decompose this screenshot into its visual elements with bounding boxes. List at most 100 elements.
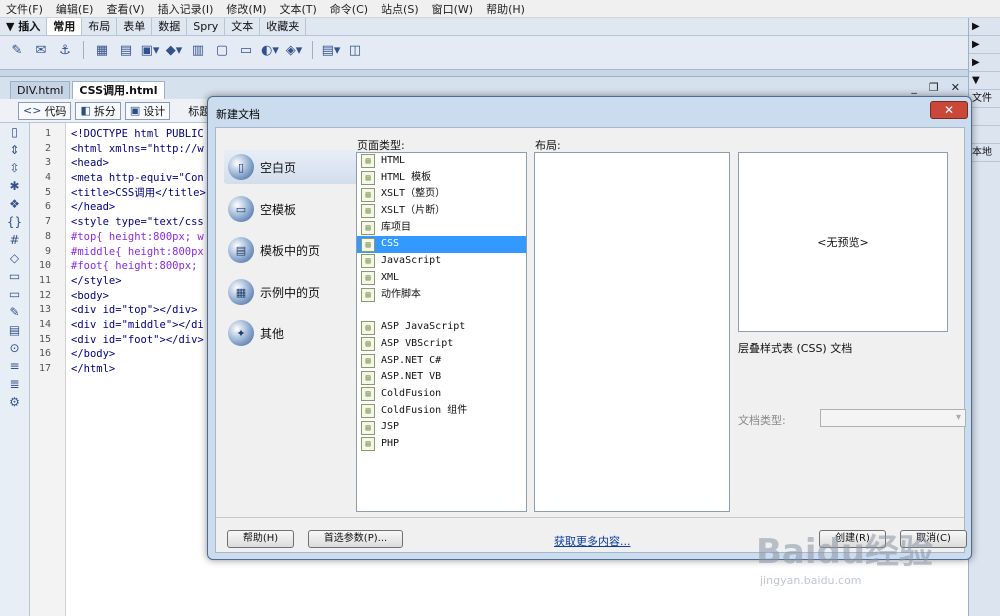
list-item[interactable]: ▤ XML	[357, 270, 526, 287]
script-icon[interactable]: ◈▾	[283, 39, 305, 61]
tab-favorites[interactable]: 收藏夹	[260, 18, 307, 35]
menu-edit[interactable]: 编辑(E)	[56, 1, 94, 17]
list-item[interactable]: ▤ ASP VBScript	[357, 336, 526, 353]
files-panel-tab[interactable]: 文件	[969, 90, 1000, 108]
insert-panel-header[interactable]: ▼ 插入	[0, 18, 48, 35]
file-icon: ▤	[361, 171, 375, 186]
insert-icon-row: ✎ ✉ ⚓ ▦ ▤ ▣▾ ◆▾ ▥ ▢ ▭ ◐▾ ◈▾ ▤▾ ◫	[6, 39, 366, 61]
list-item[interactable]: ▤ PHP	[357, 436, 526, 453]
list-item[interactable]: ▤ JSP	[357, 419, 526, 436]
layout-list[interactable]	[534, 152, 730, 512]
list-item-label: JSP	[381, 421, 400, 433]
list-item[interactable]: ▤ 动作脚本	[357, 287, 526, 304]
outdent-icon[interactable]: ≣	[0, 375, 29, 393]
image-icon[interactable]: ▣▾	[139, 39, 161, 61]
code-view-button[interactable]: <> 代码	[18, 101, 72, 120]
tab-data[interactable]: 数据	[152, 18, 188, 35]
divider	[312, 41, 313, 59]
collapse-full-tag-icon[interactable]: ⇕	[0, 141, 29, 159]
list-item[interactable]: ▤ JavaScript	[357, 253, 526, 270]
menu-view[interactable]: 查看(V)	[106, 1, 144, 17]
list-item[interactable]: ▤ XSLT（整页）	[357, 186, 526, 203]
line-number: 10	[38, 260, 51, 272]
comment-icon[interactable]: ▭	[235, 39, 257, 61]
tab-forms[interactable]: 表单	[117, 18, 153, 35]
recent-snippets-icon[interactable]: ▤	[0, 321, 29, 339]
list-item[interactable]: ▤ XSLT（片断）	[357, 203, 526, 220]
list-item[interactable]: ▤ ColdFusion	[357, 386, 526, 403]
list-item[interactable]: ▤ HTML	[357, 153, 526, 170]
panel-group-collapsed[interactable]: ▶	[969, 36, 1000, 54]
preview-text: <无预览>	[817, 236, 869, 249]
div-icon[interactable]: ▤	[115, 39, 137, 61]
doc-tab-css[interactable]: CSS调用.html	[72, 81, 165, 99]
list-item-label: ASP.NET VB	[381, 371, 442, 383]
wrap-tag-icon[interactable]: ✎	[0, 303, 29, 321]
open-documents-icon[interactable]: ▯	[0, 123, 29, 141]
preferences-button[interactable]: 首选参数(P)...	[308, 530, 403, 548]
list-item[interactable]: ▤ 库项目	[357, 220, 526, 237]
template-icon[interactable]: ▤▾	[320, 39, 342, 61]
list-item[interactable]: ▤ ColdFusion 组件	[357, 403, 526, 420]
category-blank-template[interactable]: ▭ 空模板	[224, 192, 364, 226]
list-item-label: ASP VBScript	[381, 337, 454, 349]
expand-all-icon[interactable]: ✱	[0, 177, 29, 195]
hyperlink-icon[interactable]: ✎	[6, 39, 28, 61]
menu-text[interactable]: 文本(T)	[279, 1, 316, 17]
get-more-content-link[interactable]: 获取更多内容...	[554, 533, 631, 549]
split-view-button[interactable]: ◧ 拆分	[75, 101, 121, 120]
tag-chooser-icon[interactable]: ◫	[344, 39, 366, 61]
list-item[interactable]: ▤ ASP JavaScript	[357, 319, 526, 336]
panel-group-collapsed[interactable]: ▶	[969, 18, 1000, 36]
menu-insert-record[interactable]: 插入记录(I)	[158, 1, 214, 17]
page-type-list[interactable]: ▤ HTML ▤ HTML 模板 ▤ XSLT（整页） ▤ XSLT（片断） ▤ 库项目 …	[356, 152, 527, 512]
tab-layout[interactable]: 布局	[82, 18, 118, 35]
panel-group-expanded[interactable]: ▼	[969, 72, 1000, 90]
balance-braces-icon[interactable]: {}	[0, 213, 29, 231]
line-numbers-icon[interactable]: #	[0, 231, 29, 249]
dialog-close-button[interactable]: ✕	[930, 101, 968, 119]
category-blank-page[interactable]: ▯ 空白页	[224, 150, 364, 184]
table-icon[interactable]: ▦	[91, 39, 113, 61]
list-item-label: CSS	[381, 238, 400, 250]
category-page-from-template[interactable]: ▤ 模板中的页	[224, 233, 364, 267]
format-source-icon[interactable]: ⚙	[0, 393, 29, 411]
named-anchor-icon[interactable]: ⚓	[54, 39, 76, 61]
help-button[interactable]: 帮助(H)	[227, 530, 294, 548]
restore-icon[interactable]: ❐	[929, 81, 939, 94]
tab-spry[interactable]: Spry	[187, 18, 226, 35]
panel-group-collapsed[interactable]: ▶	[969, 54, 1000, 72]
highlight-invalid-icon[interactable]: ◇	[0, 249, 29, 267]
list-item[interactable]: ▤ ASP.NET C#	[357, 353, 526, 370]
server-include-icon[interactable]: ▢	[211, 39, 233, 61]
date-icon[interactable]: ▥	[187, 39, 209, 61]
list-item[interactable]: ▤ ASP.NET VB	[357, 369, 526, 386]
move-css-icon[interactable]: ⊙	[0, 339, 29, 357]
category-page-from-sample[interactable]: ▦ 示例中的页	[224, 275, 364, 309]
email-link-icon[interactable]: ✉	[30, 39, 52, 61]
menu-modify[interactable]: 修改(M)	[226, 1, 266, 17]
menu-help[interactable]: 帮助(H)	[486, 1, 525, 17]
tab-text[interactable]: 文本	[225, 18, 261, 35]
head-icon[interactable]: ◐▾	[259, 39, 281, 61]
doctype-select[interactable]: ▾	[820, 409, 966, 427]
category-other[interactable]: ✦ 其他	[224, 316, 364, 350]
list-item[interactable]: ▤ HTML 模板	[357, 170, 526, 187]
collapse-selection-icon[interactable]: ⇳	[0, 159, 29, 177]
menu-commands[interactable]: 命令(C)	[330, 1, 368, 17]
doc-tab-div[interactable]: DIV.html	[10, 81, 71, 99]
remove-comment-icon[interactable]: ▭	[0, 285, 29, 303]
menu-site[interactable]: 站点(S)	[381, 1, 419, 17]
design-view-button[interactable]: ▣ 设计	[124, 101, 171, 120]
indent-icon[interactable]: ≡	[0, 357, 29, 375]
close-icon[interactable]: ✕	[951, 81, 960, 94]
media-icon[interactable]: ◆▾	[163, 39, 185, 61]
menu-window[interactable]: 窗口(W)	[432, 1, 473, 17]
file-icon: ▤	[361, 221, 375, 236]
select-parent-tag-icon[interactable]: ❖	[0, 195, 29, 213]
apply-comment-icon[interactable]: ▭	[0, 267, 29, 285]
list-item-selected[interactable]: ▤ CSS	[357, 236, 526, 254]
tab-common[interactable]: 常用	[47, 18, 83, 35]
minimize-icon[interactable]: _	[911, 81, 917, 94]
menu-file[interactable]: 文件(F)	[6, 1, 43, 17]
